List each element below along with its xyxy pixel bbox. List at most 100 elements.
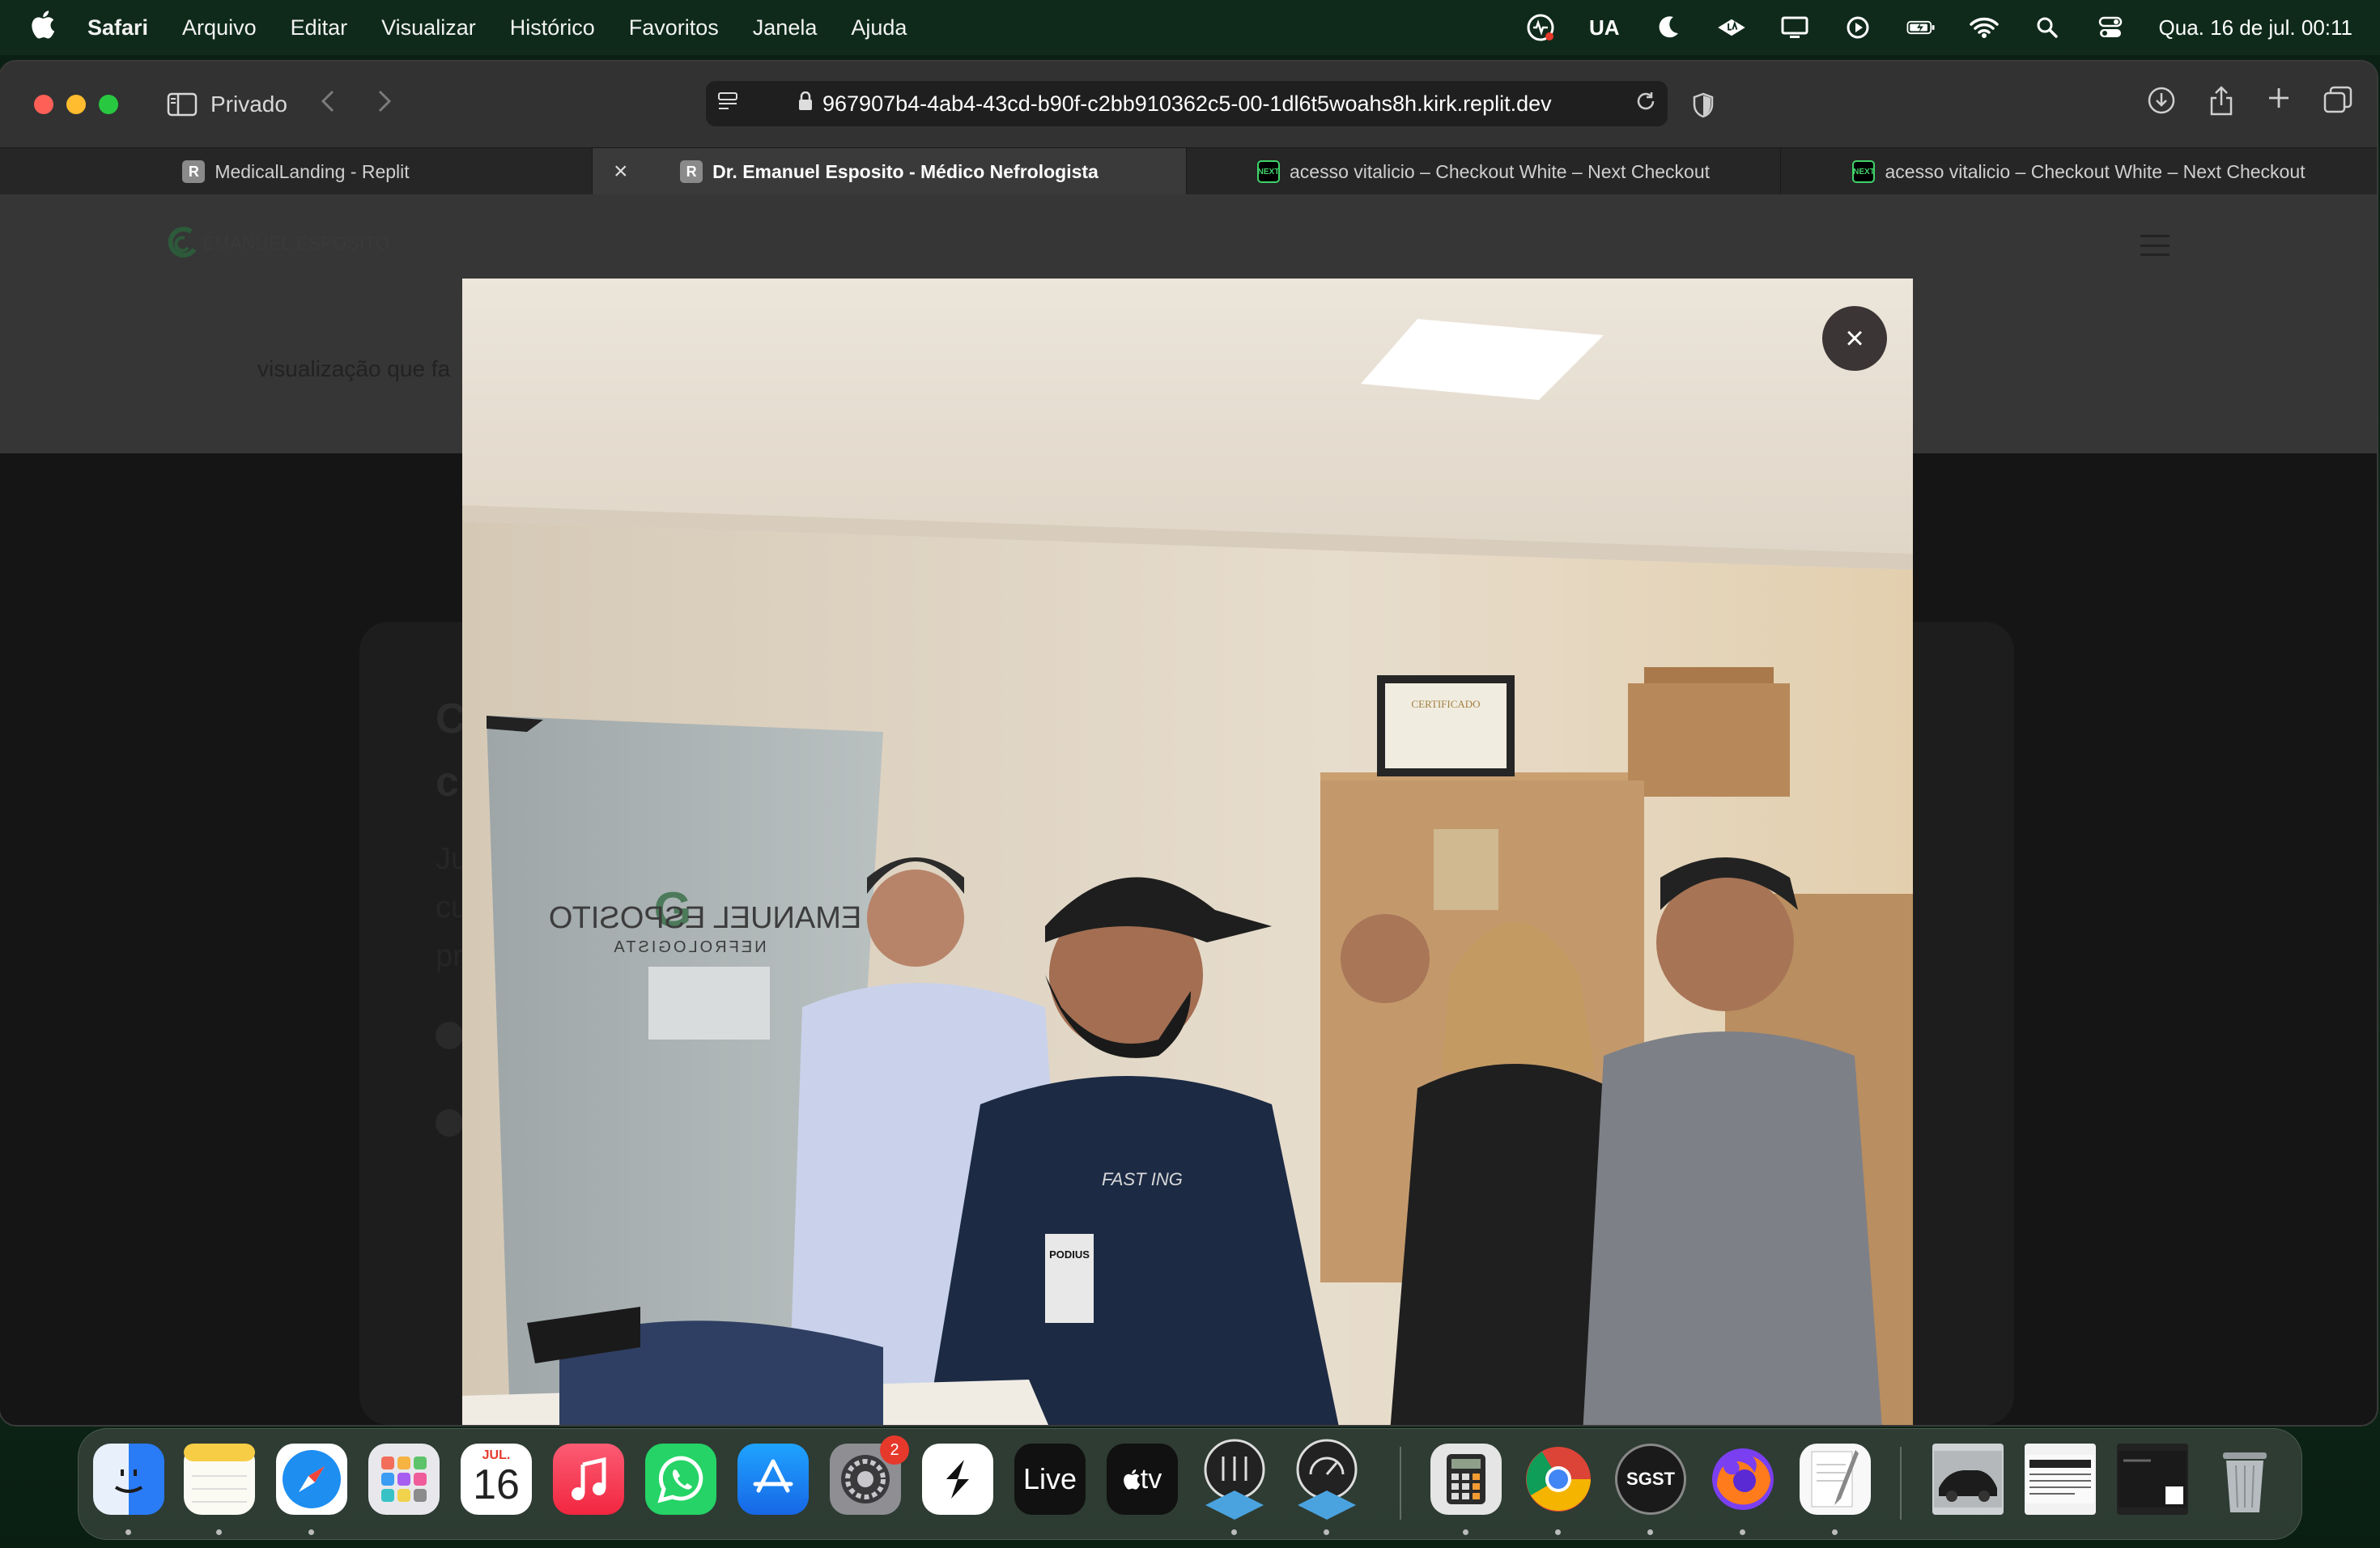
safari-dock-icon[interactable] <box>276 1444 347 1515</box>
bg-heading-fragment: c <box>436 759 459 806</box>
menu-ajuda[interactable]: Ajuda <box>851 15 907 40</box>
settings-badge: 2 <box>880 1435 909 1465</box>
downloads-icon[interactable] <box>2147 86 2176 124</box>
next-favicon: NEXT <box>1852 160 1876 183</box>
close-window-button[interactable] <box>34 95 53 114</box>
tab-medicallanding[interactable]: R MedicalLanding - Replit <box>0 148 593 195</box>
logo-mark-icon <box>168 227 197 258</box>
shirt-print: FAST ING <box>1102 1169 1183 1189</box>
url-text[interactable]: 967907b4-4ab4-43cd-b90f-c2bb910362c5-00-… <box>822 91 1635 117</box>
recent-screenshot-icon[interactable] <box>2117 1444 2188 1515</box>
trash-icon[interactable] <box>2209 1444 2280 1515</box>
calendar-icon[interactable]: JUL. 16 <box>461 1444 532 1515</box>
bg-paragraph-fragment: pr <box>436 939 463 973</box>
minimize-window-button[interactable] <box>66 95 86 114</box>
menu-visualizar[interactable]: Visualizar <box>381 15 476 40</box>
sidebar-icon <box>167 92 198 117</box>
reload-icon[interactable] <box>1635 91 1656 117</box>
hamburger-menu-icon[interactable] <box>2140 235 2170 256</box>
wifi-icon[interactable] <box>1969 13 1999 42</box>
replit-favicon: R <box>680 160 703 183</box>
menu-historico[interactable]: Histórico <box>510 15 595 40</box>
finder-icon[interactable] <box>93 1444 164 1515</box>
shortcut-app-icon[interactable] <box>922 1444 993 1515</box>
whatsapp-icon[interactable] <box>645 1444 716 1515</box>
replit-favicon: R <box>182 160 206 183</box>
toolbar-actions <box>2147 86 2352 124</box>
back-arrow-icon[interactable] <box>320 89 336 121</box>
ableton-live-icon[interactable]: Live <box>1014 1444 1086 1515</box>
new-tab-icon[interactable] <box>2267 86 2291 124</box>
control-center-icon[interactable] <box>2096 13 2125 42</box>
battery-icon[interactable] <box>1906 13 1936 42</box>
certificate-title: CERTIFICADO <box>1411 698 1480 710</box>
image-lightbox: G EMANUEL ESPOSITO NEFROLOGISTA CERTIFIC… <box>462 279 1913 1425</box>
notes-icon[interactable] <box>184 1444 255 1515</box>
input-source-indicator[interactable]: UA <box>1589 15 1620 40</box>
tab-overview-icon[interactable] <box>2323 86 2352 124</box>
spotlight-search-icon[interactable] <box>2033 13 2062 42</box>
browser-toolbar: Privado 967907b4-4ab4-43cd-b90f-c2bb9103… <box>0 62 2377 147</box>
apple-tv-icon[interactable]: tv <box>1107 1444 1178 1515</box>
launchpad-icon[interactable] <box>368 1444 440 1515</box>
overlaid-page-text: visualização que fa <box>257 356 451 381</box>
ua-console-icon[interactable] <box>1199 1439 1270 1520</box>
close-tab-icon[interactable]: × <box>614 158 628 185</box>
menu-app-name[interactable]: Safari <box>87 15 148 40</box>
safari-window: Privado 967907b4-4ab4-43cd-b90f-c2bb9103… <box>0 62 2377 1425</box>
door-sign-sub: NEFROLOGISTA <box>611 938 766 956</box>
textedit-icon[interactable] <box>1800 1444 1871 1515</box>
menu-clock[interactable]: Qua. 16 de jul. 00:11 <box>2159 15 2352 40</box>
apple-menu-icon[interactable] <box>31 10 63 46</box>
tab-checkout-1[interactable]: NEXT acesso vitalicio – Checkout White –… <box>1187 148 1781 195</box>
bg-check-icon <box>436 1109 463 1137</box>
privacy-shield-icon[interactable] <box>1692 92 1716 118</box>
page-menu-icon[interactable] <box>717 91 742 117</box>
bg-heading-fragment: C <box>436 695 466 742</box>
private-mode-label: Privado <box>210 91 287 117</box>
calculator-icon[interactable] <box>1430 1444 1502 1515</box>
menu-bar: Safari Arquivo Editar Visualizar Históri… <box>0 0 2380 55</box>
next-favicon: NEXT <box>1256 160 1280 183</box>
tv-label: tv <box>1140 1463 1162 1495</box>
universal-audio-icon[interactable] <box>1717 13 1746 42</box>
media-play-icon[interactable] <box>1843 13 1872 42</box>
sgst-icon[interactable]: SGST <box>1615 1444 1686 1515</box>
focus-moon-icon[interactable] <box>1654 13 1683 42</box>
site-logo[interactable]: EMANUEL ESPOSITO <box>167 223 390 264</box>
window-controls <box>34 95 118 114</box>
tab-checkout-2[interactable]: NEXT acesso vitalicio – Checkout White –… <box>1781 148 2377 195</box>
audio-monitor-icon[interactable] <box>1526 13 1555 42</box>
menu-janela[interactable]: Janela <box>753 15 818 40</box>
display-icon[interactable] <box>1780 13 1809 42</box>
share-icon[interactable] <box>2208 86 2234 124</box>
recent-document-icon[interactable] <box>2025 1444 2096 1515</box>
tab-emanuel-esposito[interactable]: × R Dr. Emanuel Esposito - Médico Nefrol… <box>593 148 1187 195</box>
menu-arquivo[interactable]: Arquivo <box>182 15 257 40</box>
firefox-icon[interactable] <box>1707 1444 1779 1515</box>
close-lightbox-button[interactable]: × <box>1822 306 1887 371</box>
calendar-day: 16 <box>473 1461 520 1508</box>
chrome-icon[interactable] <box>1523 1444 1594 1515</box>
zoom-window-button[interactable] <box>99 95 118 114</box>
recent-car-image-icon[interactable] <box>1932 1444 2004 1515</box>
ua-connect-icon[interactable] <box>1291 1439 1362 1520</box>
music-icon[interactable] <box>553 1444 624 1515</box>
web-content: EMANUEL ESPOSITO visualização que fa C c… <box>0 194 2377 1425</box>
menu-favoritos[interactable]: Favoritos <box>629 15 719 40</box>
forward-arrow-icon[interactable] <box>376 89 393 121</box>
door-sign-name: EMANUEL ESPOSITO <box>549 901 861 935</box>
lock-icon <box>798 91 813 116</box>
tab-title: acesso vitalicio – Checkout White – Next… <box>1289 160 1711 182</box>
app-store-icon[interactable] <box>737 1444 809 1515</box>
menu-editar[interactable]: Editar <box>291 15 348 40</box>
lanyard-badge: PODIUS <box>1049 1248 1090 1261</box>
tab-bar: R MedicalLanding - Replit × R Dr. Emanue… <box>0 147 2377 195</box>
tab-title: Dr. Emanuel Esposito - Médico Nefrologis… <box>712 160 1099 182</box>
logo-text: EMANUEL ESPOSITO <box>202 233 390 253</box>
system-settings-icon[interactable]: 2 <box>830 1435 909 1515</box>
address-bar[interactable]: 967907b4-4ab4-43cd-b90f-c2bb910362c5-00-… <box>706 81 1668 126</box>
bg-check-icon <box>436 1022 463 1049</box>
clinic-photo: G EMANUEL ESPOSITO NEFROLOGISTA CERTIFIC… <box>462 279 1913 1425</box>
sidebar-toggle-button[interactable]: Privado <box>167 91 287 117</box>
